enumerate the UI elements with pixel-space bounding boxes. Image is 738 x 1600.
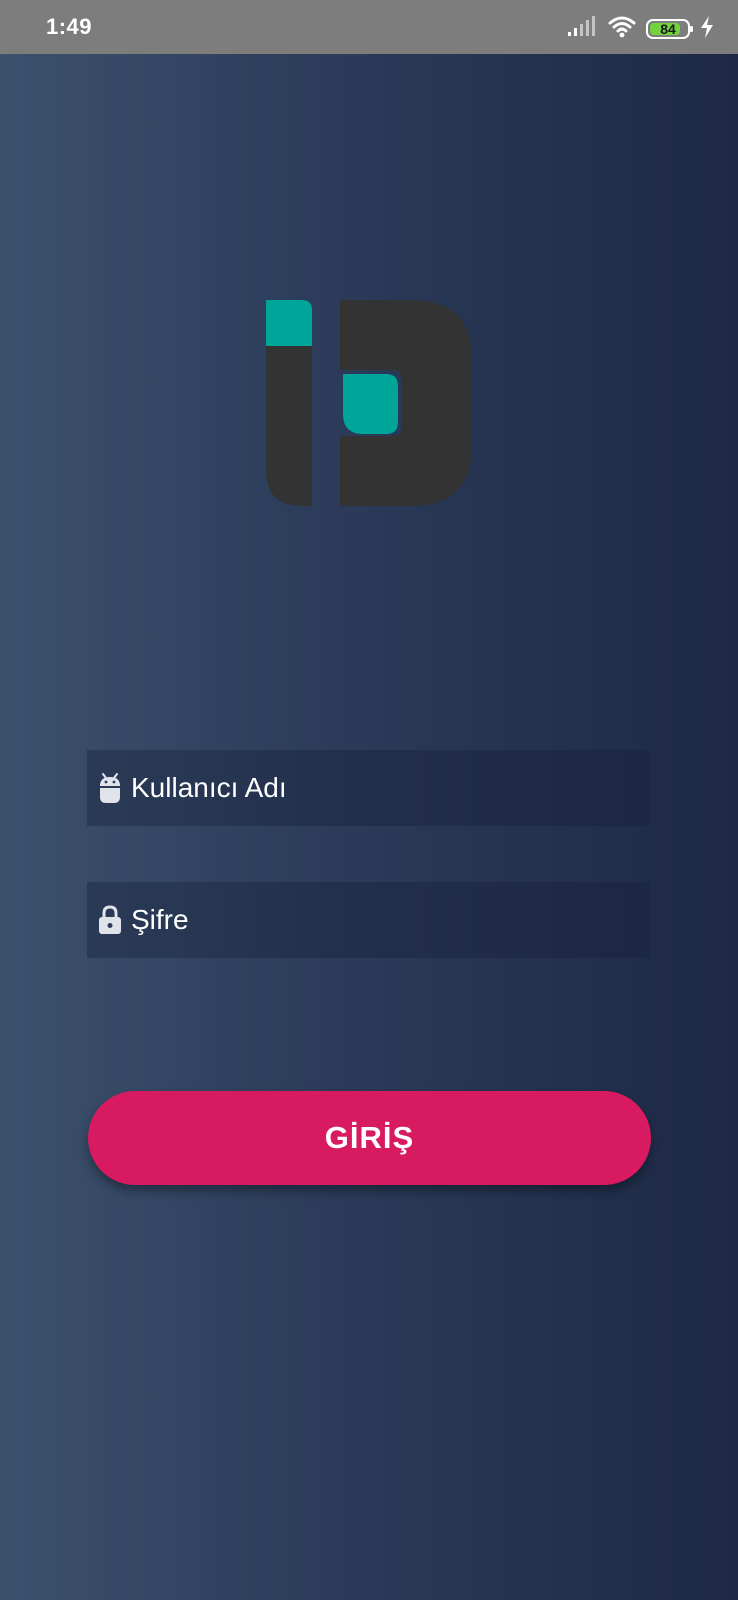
charging-icon bbox=[700, 15, 714, 43]
android-icon bbox=[97, 773, 123, 803]
password-placeholder: Şifre bbox=[131, 904, 189, 935]
app-logo bbox=[266, 300, 472, 506]
password-field[interactable]: Şifre bbox=[87, 882, 650, 958]
username-field[interactable]: Kullanıcı Adı bbox=[87, 750, 650, 826]
status-icons: 84 bbox=[568, 15, 714, 43]
lock-icon bbox=[97, 905, 123, 935]
signal-icon bbox=[568, 15, 598, 43]
battery-icon: 84 bbox=[646, 19, 693, 39]
login-screen: Kullanıcı Adı Şifre GİRİŞ bbox=[0, 54, 738, 1600]
username-placeholder: Kullanıcı Adı bbox=[131, 772, 287, 803]
status-time: 1:49 bbox=[46, 14, 93, 39]
wifi-icon bbox=[608, 16, 636, 43]
login-button[interactable]: GİRİŞ bbox=[88, 1091, 651, 1185]
status-bar: 1:49 84 bbox=[0, 0, 738, 54]
battery-level: 84 bbox=[660, 21, 676, 37]
